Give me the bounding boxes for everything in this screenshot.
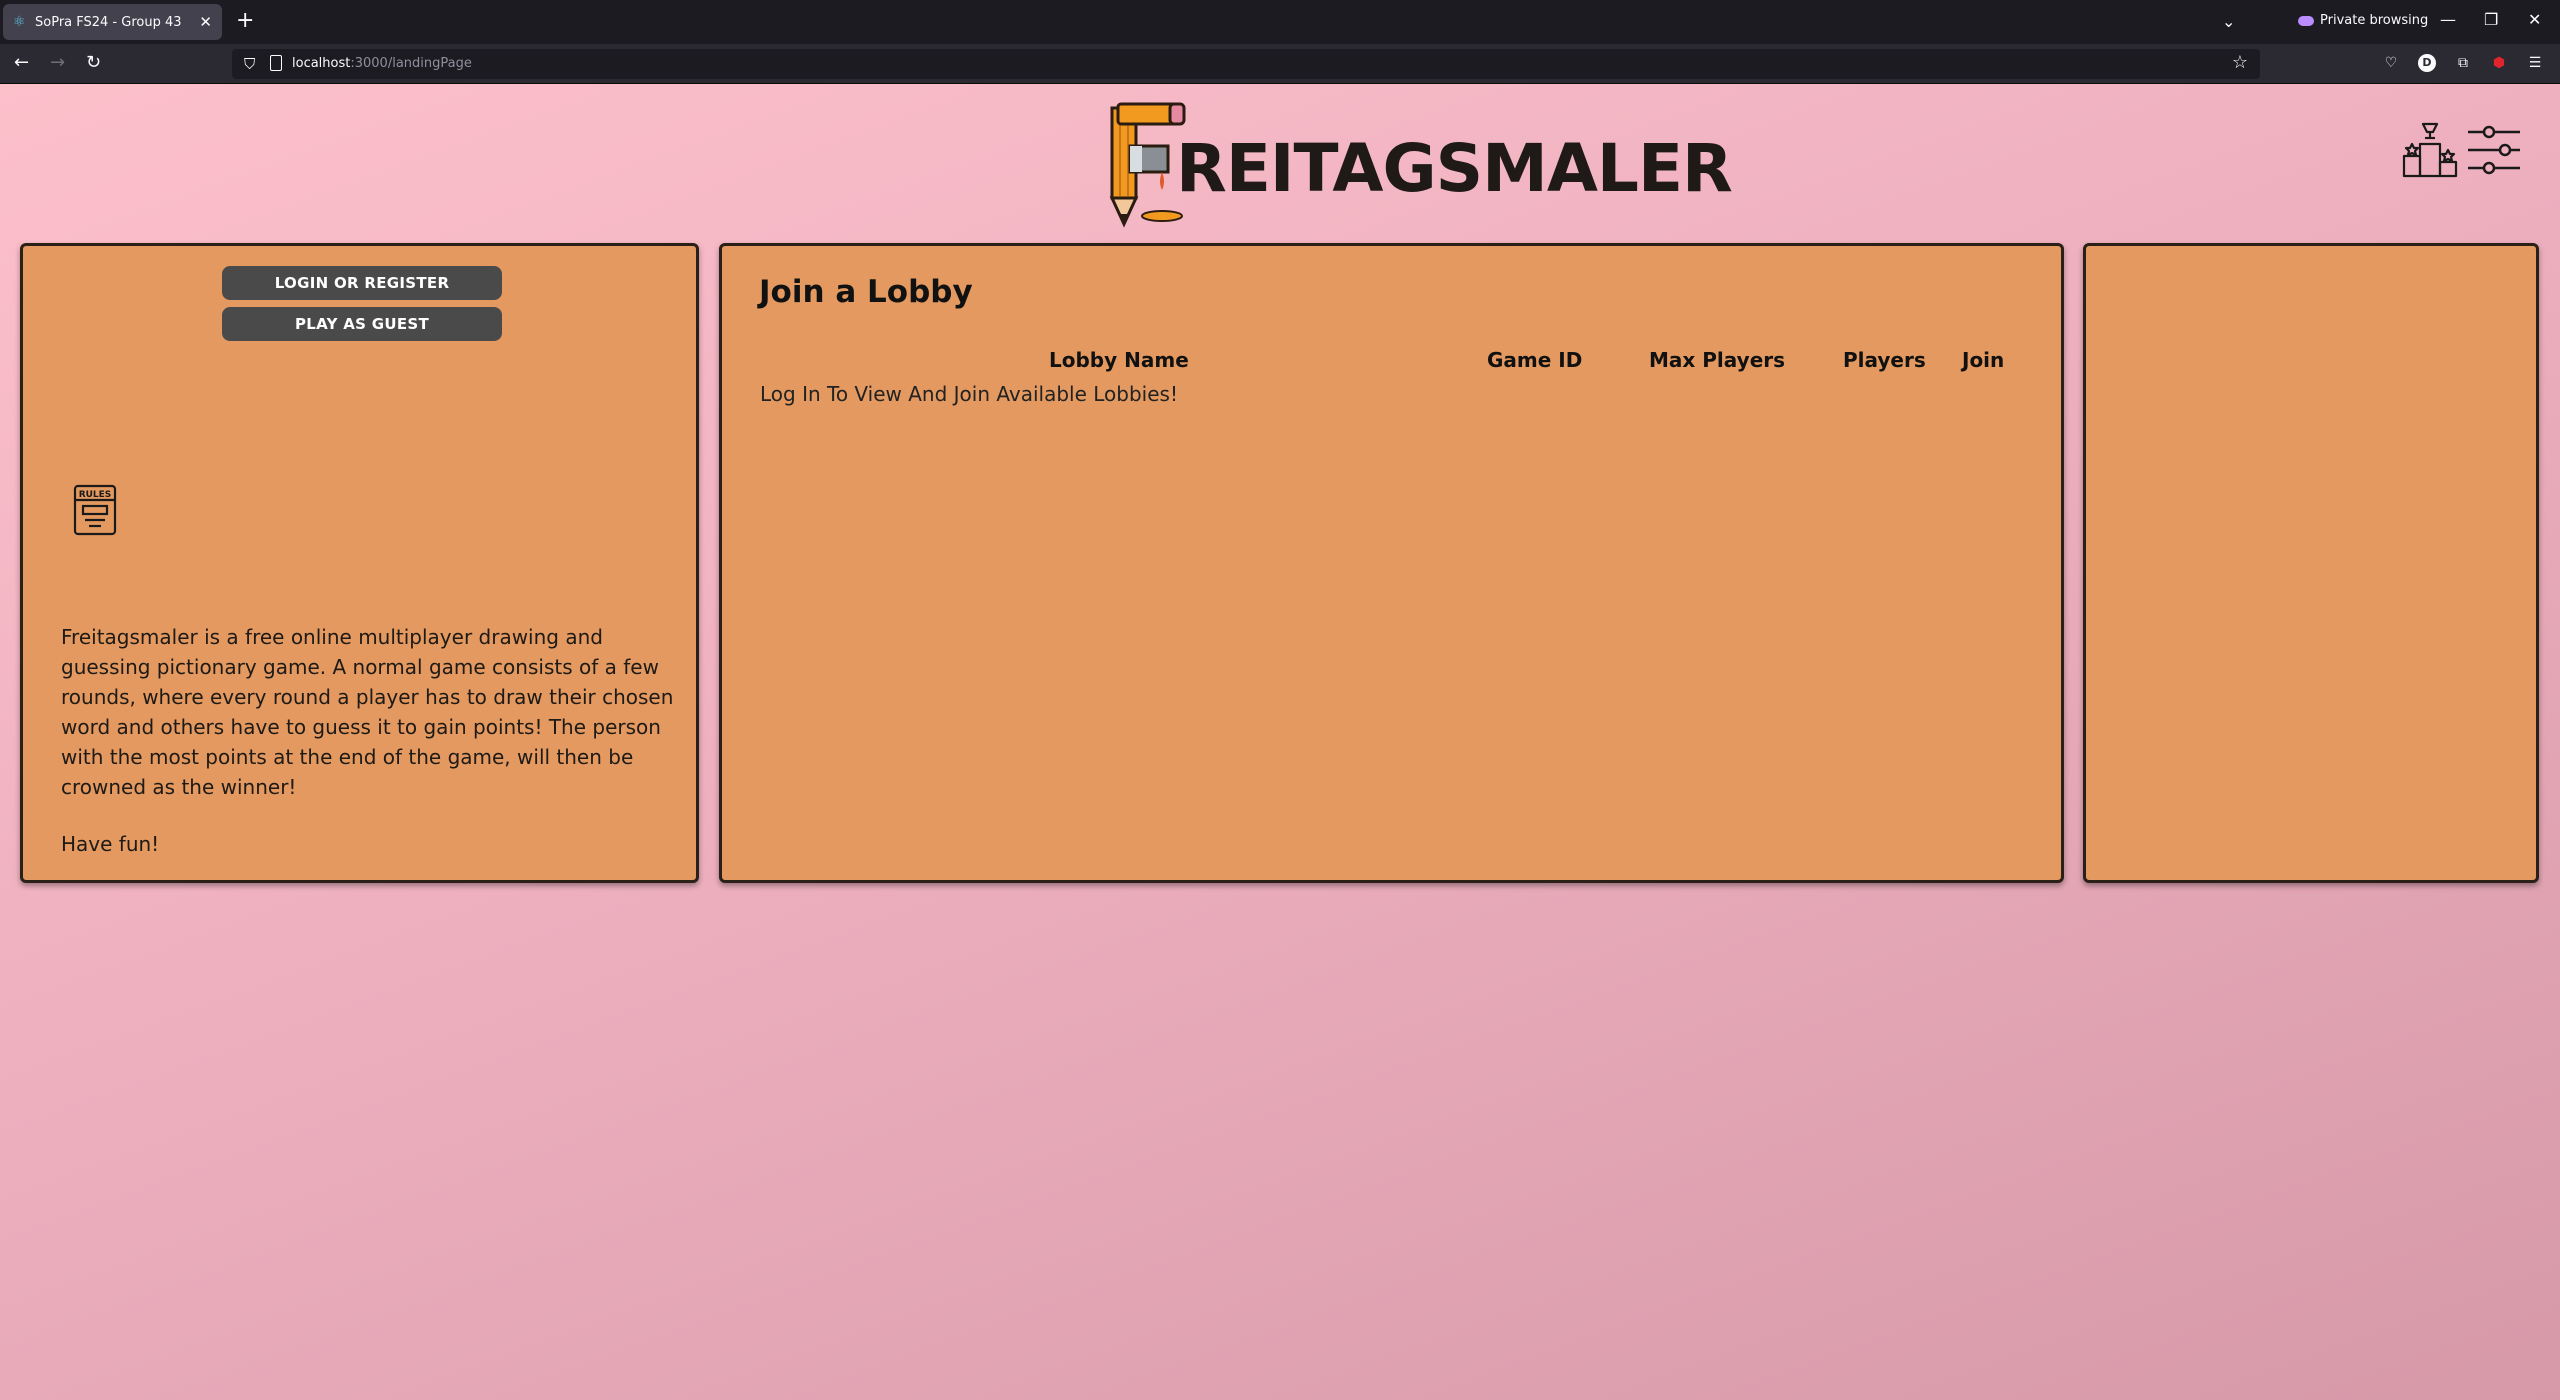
play-as-guest-button[interactable]: PLAY AS GUEST [222,307,502,341]
reload-icon[interactable]: ↻ [86,53,101,73]
game-description: Freitagsmaler is a free online multiplay… [61,625,674,799]
react-favicon-icon: ⚛ [13,14,26,30]
private-browsing-indicator: Private browsing [2298,13,2428,28]
lobby-panel: Join a Lobby Lobby Name Game ID Max Play… [719,243,2064,883]
column-header-join: Join [1962,348,2005,372]
close-tab-icon[interactable]: ✕ [199,13,212,31]
tab-list-chevron-icon[interactable]: ⌄ [2222,12,2235,31]
forward-arrow-icon[interactable]: → [50,53,65,73]
pocket-icon[interactable]: ♡ [2382,54,2400,72]
rules-icon-label: RULES [79,490,112,500]
column-header-game-id: Game ID [1487,348,1583,372]
podium-trophy-icon [2402,122,2458,178]
tab-title: SoPra FS24 - Group 43 [35,14,182,30]
browser-tab[interactable]: ⚛ SoPra FS24 - Group 43 ✕ [3,4,222,40]
new-tab-icon[interactable]: + [236,10,254,32]
browser-tab-bar: ⚛ SoPra FS24 - Group 43 ✕ + ⌄ Private br… [0,0,2560,44]
login-register-button[interactable]: LOGIN OR REGISTER [222,266,502,300]
sign-off-text: Have fun! [61,832,160,856]
private-mask-icon [2298,15,2314,26]
browser-nav-bar: ← → ↻ ⛉ localhost:3000/landingPage ☆ ♡ D… [0,44,2560,84]
side-panel [2083,243,2539,883]
settings-sliders-icon[interactable] [2464,120,2524,180]
column-header-max-players: Max Players [1649,348,1786,372]
tracking-shield-icon[interactable]: ⛉ [244,55,255,73]
restore-icon[interactable]: ❐ [2484,10,2498,29]
column-header-players: Players [1843,348,1926,372]
minimize-icon[interactable]: — [2440,10,2456,29]
private-browsing-label: Private browsing [2320,13,2429,28]
url-text[interactable]: localhost:3000/landingPage [292,56,472,71]
freitagsmaler-logo: REITAGSMALER [1108,100,1733,230]
sliders-icon [2468,125,2520,175]
info-panel: LOGIN OR REGISTER PLAY AS GUEST RULES Fr… [20,243,699,883]
leaderboard-podium-icon[interactable] [2400,120,2460,180]
window-close-icon[interactable]: ✕ [2528,10,2541,29]
empty-lobby-message: Log In To View And Join Available Lobbie… [760,382,1178,406]
logo-text: REITAGSMALER [1176,130,1733,207]
bookmark-star-icon[interactable]: ☆ [2232,52,2248,73]
app-menu-icon[interactable]: ☰ [2526,54,2544,72]
address-bar[interactable]: ⛉ localhost:3000/landingPage ☆ [232,49,2260,79]
extension-d-icon[interactable]: D [2418,54,2436,72]
column-header-lobby-name: Lobby Name [1049,348,1189,372]
ublock-origin-icon[interactable]: ⬢ [2490,54,2508,72]
back-arrow-icon[interactable]: ← [14,53,29,73]
lobby-title: Join a Lobby [759,274,973,310]
extensions-puzzle-icon[interactable]: ⧉ [2454,54,2472,72]
rules-book-icon[interactable]: RULES [73,484,117,536]
page-info-icon[interactable] [270,55,282,71]
